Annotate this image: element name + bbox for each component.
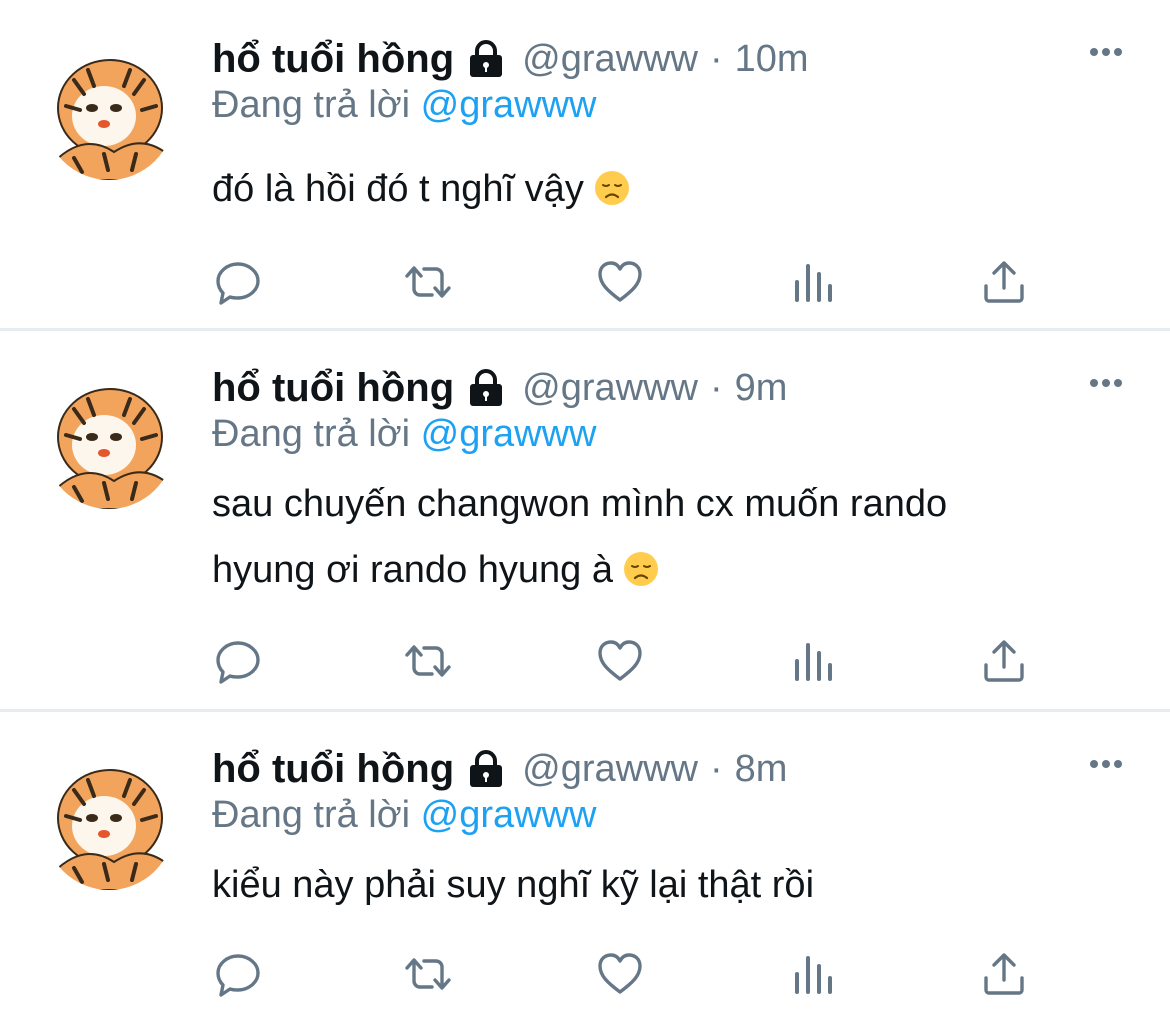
display-name[interactable]: hổ tuổi hồng bbox=[212, 747, 454, 792]
timestamp[interactable]: 10m bbox=[735, 38, 809, 81]
tiger-avatar-image bbox=[44, 379, 174, 509]
tweet-text-line: hyung ơi rando hyung à bbox=[212, 549, 613, 591]
username[interactable]: @grawww bbox=[522, 38, 698, 81]
retweet-icon[interactable] bbox=[404, 258, 452, 306]
like-icon[interactable] bbox=[596, 258, 644, 306]
like-icon[interactable] bbox=[596, 637, 644, 685]
disappointed-face-emoji bbox=[624, 552, 658, 586]
reply-icon[interactable] bbox=[214, 637, 262, 685]
tweet[interactable]: hổ tuổi hồng @grawww · 9m Đang trả lời @… bbox=[0, 331, 1170, 711]
tweet-text-line: kiểu này phải suy nghĩ kỹ lại thật rồi bbox=[212, 864, 815, 906]
mention-link[interactable]: @grawww bbox=[421, 84, 597, 126]
analytics-icon[interactable] bbox=[790, 637, 838, 685]
replying-to: Đang trả lời @grawww bbox=[212, 794, 597, 837]
tweet-text: đó là hồi đó t nghĩ vậy bbox=[212, 156, 1112, 222]
tweet-text-line: đó là hồi đó t nghĩ vậy bbox=[212, 168, 584, 210]
more-icon[interactable] bbox=[1086, 38, 1126, 66]
share-icon[interactable] bbox=[980, 950, 1028, 998]
replying-to-label: Đang trả lời bbox=[212, 84, 411, 126]
display-name[interactable]: hổ tuổi hồng bbox=[212, 37, 454, 82]
separator: · bbox=[709, 747, 723, 790]
replying-to: Đang trả lời @grawww bbox=[212, 84, 597, 127]
timestamp[interactable]: 8m bbox=[735, 748, 788, 791]
disappointed-face-emoji bbox=[594, 171, 629, 205]
replying-to: Đang trả lời @grawww bbox=[212, 413, 597, 456]
tweet-text: sau chuyến changwon mình cx muốn rando h… bbox=[212, 471, 1112, 603]
retweet-icon[interactable] bbox=[404, 637, 452, 685]
mention-link[interactable]: @grawww bbox=[421, 794, 597, 836]
separator: · bbox=[709, 366, 723, 409]
avatar[interactable] bbox=[44, 760, 174, 890]
separator: · bbox=[709, 37, 723, 80]
retweet-icon[interactable] bbox=[404, 950, 452, 998]
avatar[interactable] bbox=[44, 50, 174, 180]
share-icon[interactable] bbox=[980, 637, 1028, 685]
replying-to-label: Đang trả lời bbox=[212, 413, 411, 455]
tiger-avatar-image bbox=[44, 760, 174, 890]
reply-icon[interactable] bbox=[214, 950, 262, 998]
lock-icon bbox=[466, 749, 506, 789]
lock-icon bbox=[466, 39, 506, 79]
more-icon[interactable] bbox=[1086, 750, 1126, 778]
tweet-text-line: sau chuyến changwon mình cx muốn rando bbox=[212, 483, 948, 525]
tweet-text: kiểu này phải suy nghĩ kỹ lại thật rồi bbox=[212, 852, 1112, 918]
timestamp[interactable]: 9m bbox=[735, 367, 788, 410]
mention-link[interactable]: @grawww bbox=[421, 413, 597, 455]
lock-icon bbox=[466, 368, 506, 408]
share-icon[interactable] bbox=[980, 258, 1028, 306]
replying-to-label: Đang trả lời bbox=[212, 794, 411, 836]
reply-icon[interactable] bbox=[214, 258, 262, 306]
like-icon[interactable] bbox=[596, 950, 644, 998]
tweet[interactable]: hổ tuổi hồng @grawww · 8m Đang trả lời @… bbox=[0, 712, 1170, 1017]
display-name[interactable]: hổ tuổi hồng bbox=[212, 366, 454, 411]
avatar[interactable] bbox=[44, 379, 174, 509]
tiger-avatar-image bbox=[44, 50, 174, 180]
more-icon[interactable] bbox=[1086, 369, 1126, 397]
tweet[interactable]: hổ tuổi hồng @grawww · 10m Đang trả lời … bbox=[0, 0, 1170, 330]
analytics-icon[interactable] bbox=[790, 258, 838, 306]
analytics-icon[interactable] bbox=[790, 950, 838, 998]
username[interactable]: @grawww bbox=[522, 748, 698, 791]
username[interactable]: @grawww bbox=[522, 367, 698, 410]
